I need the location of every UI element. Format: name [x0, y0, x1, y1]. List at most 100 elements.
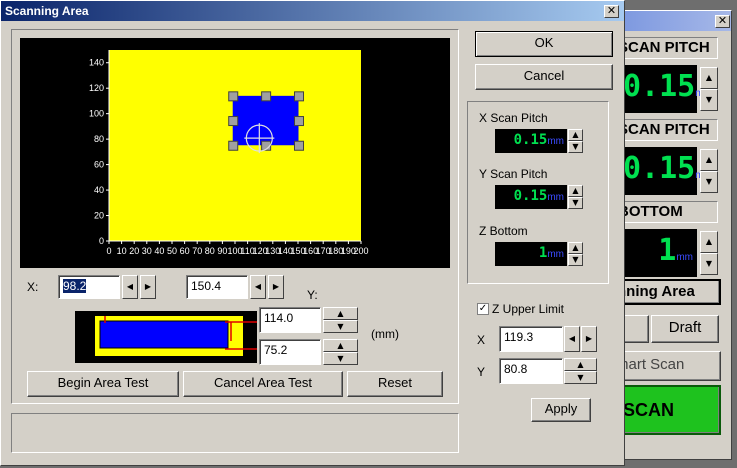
cancel-button[interactable]: Cancel — [475, 64, 613, 90]
resize-handle[interactable] — [228, 116, 239, 127]
x-scan-pitch-value: 0.15 — [513, 132, 548, 148]
x-min-value: 98.2 — [63, 279, 87, 293]
x-scan-pitch-down-button[interactable]: ▼ — [568, 141, 583, 153]
begin-area-test-button[interactable]: Begin Area Test — [27, 371, 179, 397]
y-max-up-button[interactable]: ▲ — [323, 307, 358, 320]
down-arrow-icon: ▼ — [577, 373, 584, 382]
x-scan-pitch-up-button[interactable]: ▲ — [568, 129, 583, 141]
close-button[interactable]: ✕ — [604, 5, 619, 18]
x-min-right-button[interactable]: ▶ — [140, 275, 156, 299]
ok-button[interactable]: OK — [475, 31, 613, 57]
resize-handle[interactable] — [294, 140, 305, 151]
x-scan-pitch-field[interactable]: 0.15mm — [495, 129, 567, 153]
x-pitch-down-button[interactable]: ▼ — [700, 89, 718, 111]
dialog-title: Scanning Area — [5, 4, 89, 18]
background-window: ✕ SCAN PITCH 0.15mm ▲ ▼ SCAN PITCH 0.15 m… — [612, 10, 732, 460]
z-upper-x-field[interactable]: 119.3 — [499, 326, 563, 352]
y-scan-pitch-field[interactable]: 0.15mm — [495, 185, 567, 209]
background-close-button[interactable]: ✕ — [715, 15, 730, 28]
resize-handle[interactable] — [294, 116, 305, 127]
y-tick-label: 80 — [94, 134, 104, 144]
resize-handle[interactable] — [228, 140, 239, 151]
x-min-left-button[interactable]: ◀ — [122, 275, 138, 299]
y-tick-label: 0 — [99, 236, 104, 246]
y-max-down-button[interactable]: ▼ — [323, 320, 358, 333]
close-icon: ✕ — [717, 14, 728, 27]
y-scan-pitch-header: SCAN PITCH — [613, 119, 718, 141]
area-preview — [75, 311, 257, 363]
x-scan-pitch-header: SCAN PITCH — [613, 37, 718, 59]
y-tick-label: 60 — [94, 160, 104, 170]
y-pitch-down-button[interactable]: ▼ — [700, 171, 718, 193]
x-tick-label: 80 — [205, 246, 215, 256]
checkmark-icon: ✓ — [478, 303, 488, 314]
apply-button[interactable]: Apply — [531, 398, 591, 422]
z-upper-y-field[interactable]: 80.8 — [499, 358, 563, 384]
close-icon: ✕ — [606, 4, 617, 17]
right-arrow-icon: ▶ — [144, 282, 152, 291]
status-area — [11, 413, 459, 453]
z-upper-y-down-button[interactable]: ▼ — [564, 371, 597, 384]
y-min-down-button[interactable]: ▼ — [323, 352, 358, 365]
units-label: (mm) — [371, 327, 399, 341]
resize-handle[interactable] — [261, 91, 272, 102]
smart-scan-button[interactable]: mart Scan — [613, 351, 721, 381]
up-arrow-icon: ▲ — [705, 73, 713, 82]
unit-label: mm — [547, 249, 564, 260]
down-arrow-icon: ▼ — [337, 354, 344, 363]
down-arrow-icon: ▼ — [337, 322, 344, 331]
z-bottom-value: 1 — [658, 233, 677, 268]
up-arrow-icon: ▲ — [705, 237, 713, 246]
y-scan-pitch-value: 0.15 — [623, 151, 696, 186]
draft-button[interactable]: Draft — [651, 315, 719, 343]
left-arrow-icon: ◀ — [254, 282, 262, 291]
x-scan-pitch-label: X Scan Pitch — [479, 111, 548, 125]
x-tick-label: 10 — [117, 246, 127, 256]
z-upper-x-label: X — [477, 333, 486, 347]
x-tick-label: 40 — [154, 246, 164, 256]
z-upper-x-left-button[interactable]: ◀ — [564, 326, 580, 352]
x-tick-label: 70 — [192, 246, 202, 256]
scan-area-chart[interactable]: 0 10 20 30 40 50 60 70 80 90 100110120130140150160… — [20, 38, 450, 268]
up-arrow-icon: ▲ — [337, 341, 344, 350]
z-bottom-up-button[interactable]: ▲ — [568, 242, 583, 254]
up-arrow-icon: ▲ — [337, 309, 344, 318]
z-bottom-down-button[interactable]: ▼ — [568, 254, 583, 266]
x-tick-label: 50 — [167, 246, 177, 256]
x-scan-pitch-display: 0.15mm — [623, 65, 712, 113]
x-max-left-button[interactable]: ◀ — [250, 275, 266, 299]
y-pitch-up-button[interactable]: ▲ — [700, 149, 718, 171]
y-scan-pitch-down-button[interactable]: ▼ — [568, 197, 583, 209]
down-arrow-icon: ▼ — [572, 198, 579, 207]
x-pitch-up-button[interactable]: ▲ — [700, 67, 718, 89]
scan-button[interactable]: SCAN — [613, 385, 721, 435]
z-upper-limit-checkbox[interactable]: ✓ — [477, 303, 489, 315]
z-upper-x-right-button[interactable]: ▶ — [581, 326, 597, 352]
up-arrow-icon: ▲ — [572, 186, 579, 195]
x-tick-label: 90 — [217, 246, 227, 256]
unit-label: mm — [547, 192, 564, 203]
x-tick-label: 0 — [106, 246, 111, 256]
x-max-field[interactable]: 150.4 — [186, 275, 248, 299]
z-bottom-down-button[interactable]: ▼ — [700, 253, 718, 275]
y-tick-label: 40 — [94, 185, 104, 195]
x-max-right-button[interactable]: ▶ — [268, 275, 284, 299]
up-arrow-icon: ▲ — [705, 155, 713, 164]
resize-handle[interactable] — [228, 91, 239, 102]
reset-button[interactable]: Reset — [347, 371, 443, 397]
z-bottom-up-button[interactable]: ▲ — [700, 231, 718, 253]
resize-handle[interactable] — [294, 91, 305, 102]
title-bar: Scanning Area — [1, 1, 624, 21]
z-upper-y-up-button[interactable]: ▲ — [564, 358, 597, 371]
x-min-field[interactable]: 98.2 — [58, 275, 120, 299]
y-scan-pitch-up-button[interactable]: ▲ — [568, 185, 583, 197]
y-min-field[interactable]: 75.2 — [259, 339, 321, 365]
x-label: X: — [27, 280, 39, 294]
y-max-field[interactable]: 114.0 — [259, 307, 321, 333]
z-bottom-field[interactable]: 1mm — [495, 242, 567, 266]
scanning-area-button[interactable]: nning Area — [613, 279, 721, 305]
up-arrow-icon: ▲ — [572, 130, 579, 139]
y-min-up-button[interactable]: ▲ — [323, 339, 358, 352]
cancel-area-test-button[interactable]: Cancel Area Test — [183, 371, 343, 397]
down-arrow-icon: ▼ — [705, 95, 713, 104]
